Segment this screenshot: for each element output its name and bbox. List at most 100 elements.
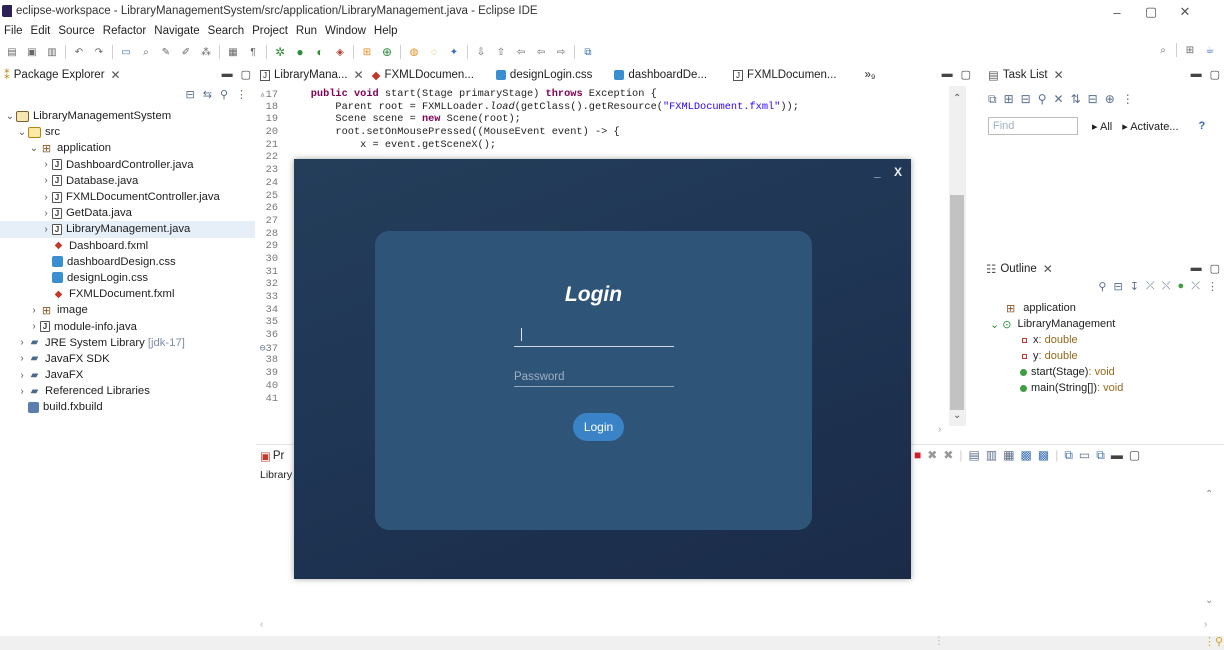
tree-item[interactable]: build.fxbuild [0,399,255,415]
focus-icon[interactable]: ⚲ [1038,92,1047,107]
close-tab-icon[interactable]: ✕ [1043,262,1053,276]
save-icon[interactable]: ▣ [24,45,40,59]
open-console-icon[interactable]: ⧉ [1096,448,1105,463]
pin-editor-icon[interactable]: ⧉ [580,45,596,59]
tree-item[interactable]: › J LibraryManagement.java [0,221,255,238]
collapse-all-icon[interactable]: ⊟ [1113,280,1122,293]
chevron-right-icon[interactable]: › [28,321,40,332]
scroll-down-icon[interactable]: ⌄ [953,410,961,421]
help-icon[interactable]: ? [1199,120,1206,133]
tab-problems[interactable]: ▣ Pr [260,449,284,463]
collapse-all-icon[interactable]: ⊟ [186,88,195,101]
outline-item[interactable]: x : double [982,332,1224,348]
tab-librarymanagement-java[interactable]: J LibraryMana... ✕ [260,68,364,82]
open-perspective-icon[interactable]: ✦ [446,45,462,59]
minimize-view-icon[interactable]: ▬ [1111,448,1123,463]
new-package-icon[interactable]: ⊞ [359,45,375,59]
synchronize-icon[interactable]: ⇅ [1071,92,1081,107]
chevron-down-icon[interactable]: ⌄ [16,127,28,138]
scheduled-icon[interactable]: ⊟ [1021,92,1031,107]
menu-run[interactable]: Run [292,25,321,37]
chevron-down-icon[interactable]: ⌄ [4,111,16,122]
chevron-right-icon[interactable]: › [40,159,52,170]
clear-console-icon[interactable]: ▤ [969,448,980,463]
collapse-all-icon[interactable]: ⊟ [1088,92,1098,107]
menu-navigate[interactable]: Navigate [150,25,203,37]
redo-icon[interactable]: ↷ [91,45,107,59]
hide-fields-icon[interactable]: ⤫ [1146,280,1155,293]
previous-annotation-icon[interactable]: ⇧ [493,45,509,59]
hide-static-icon[interactable]: ⤬ [1162,280,1171,293]
tree-item[interactable]: › J DashboardController.java [0,157,255,173]
display-console-icon[interactable]: ▭ [1079,448,1090,463]
tab-fxmldocument-fxml[interactable]: ◆ FXMLDocumen... [372,68,474,82]
chevron-right-icon[interactable]: › [40,208,52,219]
more-tabs-button[interactable]: »₉ [865,69,876,81]
console-scroll-up-icon[interactable]: ⌃ [1205,489,1213,500]
login-close-button[interactable]: X [894,165,902,179]
filter-icon[interactable]: ⚲ [220,88,228,101]
forward-icon[interactable]: ⇨ [553,45,569,59]
save-all-icon[interactable]: ▥ [44,45,60,59]
word-wrap-icon[interactable]: ▦ [1003,448,1014,463]
tab-fxmldocumentcontroller-java[interactable]: J FXMLDocumen... [733,69,837,81]
chevron-down-icon[interactable]: ⌄ [28,143,40,154]
open-type-icon[interactable]: ◍ [406,45,422,59]
hide-local-types-icon[interactable]: ⤫ [1191,280,1200,293]
console-scroll-down-icon[interactable]: ⌄ [1205,595,1213,606]
new-file-icon[interactable]: ▤ [4,45,20,59]
chevron-right-icon[interactable]: › [16,386,28,397]
tab-outline[interactable]: ☷ Outline ✕ [986,262,1053,276]
tree-item[interactable]: ⌄ ⊞ application [0,140,255,156]
tree-item[interactable]: › Jmodule-info.java [0,318,255,334]
remove-all-icon[interactable]: ✖ [943,448,953,463]
chevron-right-icon[interactable]: › [40,224,52,235]
outline-item[interactable]: start(Stage) : void [982,364,1224,380]
debug-icon[interactable]: ✲ [272,45,288,59]
sort-icon[interactable]: ↧ [1130,280,1139,293]
close-button[interactable]: ✕ [1168,2,1202,22]
outline-item[interactable]: main(String[]) : void [982,380,1224,396]
new-class-icon[interactable]: ⊕ [379,45,395,59]
menu-help[interactable]: Help [370,25,402,37]
remove-launch-icon[interactable]: ✖ [927,448,937,463]
hide-nonpublic-icon[interactable]: ● [1178,280,1185,293]
view-menu-icon[interactable]: ⋮ [1207,280,1218,293]
terminal-icon[interactable]: ▭ [118,45,134,59]
login-minimize-button[interactable]: _ [874,165,881,179]
minimize-button[interactable]: – [1100,2,1134,22]
chevron-right-icon[interactable]: › [16,353,28,364]
tab-package-explorer[interactable]: ⁑ Package Explorer ✕ [4,68,121,82]
maximize-button[interactable]: ▢ [1134,2,1168,22]
hide-completed-icon[interactable]: ✕ [1054,92,1064,107]
external-tools-icon[interactable]: ◈ [332,45,348,59]
mark-occurrences-icon[interactable]: ⁂ [198,45,214,59]
tab-dashboarddesign-css[interactable]: dashboardDe... [614,69,707,81]
menu-search[interactable]: Search [204,25,248,37]
open-perspective-button-icon[interactable]: ⊞ [1182,43,1198,57]
show-on-error-icon[interactable]: ▩ [1038,448,1049,463]
java-perspective-icon[interactable]: ☕ [1202,43,1218,57]
minimize-view-icon[interactable]: ▬ [942,68,953,81]
show-whitespace-icon[interactable]: ¶ [245,45,261,59]
tree-item[interactable]: › J Database.java [0,173,255,189]
task-find-input[interactable] [988,117,1078,135]
menu-refactor[interactable]: Refactor [99,25,150,37]
tab-task-list[interactable]: ▤ Task List ✕ [988,68,1064,82]
maximize-view-icon[interactable]: ▢ [1210,262,1220,275]
tree-item[interactable]: › ▰ JavaFX [0,367,255,383]
view-menu-icon[interactable]: ⋮ [1122,92,1134,107]
minimize-view-icon[interactable]: ▬ [1191,262,1202,275]
tree-item[interactable]: › ▰ JavaFX SDK [0,351,255,367]
chevron-right-icon[interactable]: › [16,370,28,381]
coverage-icon[interactable]: ◐ [312,45,328,59]
show-on-output-icon[interactable]: ▩ [1021,448,1032,463]
link-with-editor-icon[interactable]: ⇆ [203,88,212,101]
block-selection-icon[interactable]: ▦ [225,45,241,59]
highlight-icon[interactable]: ✐ [178,45,194,59]
minimize-view-icon[interactable]: ▬ [222,68,233,81]
console-scroll-left-icon[interactable]: ‹ [260,619,263,630]
chevron-right-icon[interactable]: › [40,175,52,186]
categorized-icon[interactable]: ⊞ [1004,92,1014,107]
tree-item[interactable]: ⌄ LibraryManagementSystem [0,108,255,124]
